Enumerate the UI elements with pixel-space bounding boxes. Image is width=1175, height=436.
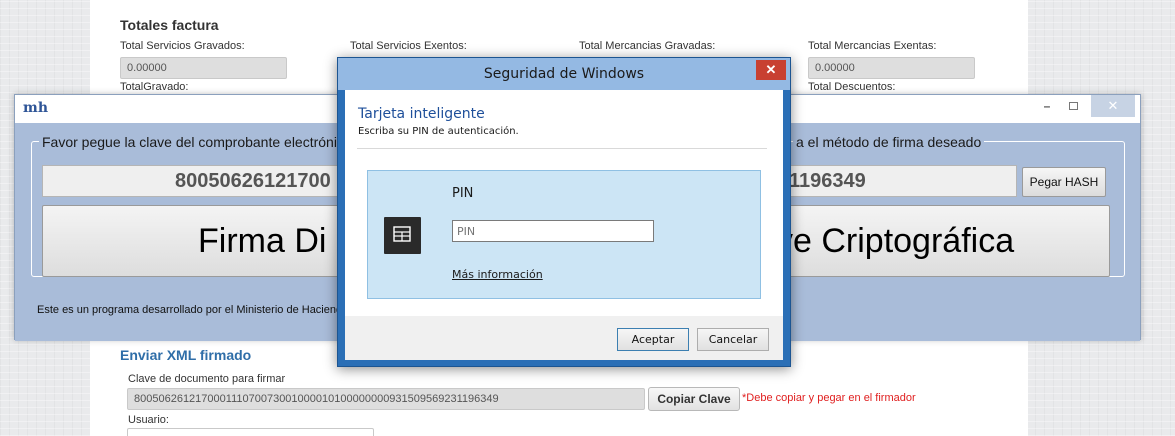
totals-section-title: Totales factura	[120, 17, 219, 33]
copy-key-button[interactable]: Copiar Clave	[648, 387, 740, 411]
field-label-goods-taxed: Total Mercancias Gravadas:	[579, 40, 716, 52]
groupbox-legend-left: Favor pegue la clave del comprobante ele…	[39, 134, 340, 150]
field-label-services-taxed: Total Servicios Gravados:	[120, 40, 245, 52]
cancel-button[interactable]: Cancelar	[697, 328, 769, 351]
dialog-footer: Aceptar Cancelar	[345, 316, 783, 360]
groupbox-legend-right: a el método de firma deseado	[793, 134, 985, 150]
dialog-title: Seguridad de Windows	[338, 58, 790, 90]
app-footer-note: Este es un programa desarrollado por el …	[37, 304, 343, 316]
send-xml-section-title: Enviar XML firmado	[120, 347, 252, 363]
field-services-taxed[interactable]: 0.00000	[120, 57, 287, 79]
maximize-button[interactable]	[1061, 95, 1085, 117]
smartcard-credential-tile[interactable]: PIN Más información	[367, 170, 761, 299]
minimize-button[interactable]: –	[1035, 95, 1059, 117]
doc-key-field[interactable]: 8005062612170001110700730010000101000000…	[127, 388, 645, 410]
user-label: Usuario:	[128, 414, 169, 426]
app-close-button[interactable]: ✕	[1091, 95, 1135, 117]
hash-value-left: 80050626121700	[175, 170, 331, 192]
mh-logo: mh	[23, 100, 48, 116]
total-discounts-label: Total Descuentos:	[808, 81, 896, 93]
dialog-close-button[interactable]: ✕	[756, 60, 786, 80]
total-taxed-label: TotalGravado:	[120, 81, 189, 93]
copy-warning: *Debe copiar y pegar en el firmador	[742, 392, 916, 404]
accept-button[interactable]: Aceptar	[617, 328, 689, 351]
smart-card-icon	[384, 217, 421, 254]
paste-hash-button[interactable]: Pegar HASH	[1022, 167, 1106, 197]
pin-input[interactable]	[452, 220, 654, 242]
dialog-content: Tarjeta inteligente Escriba su PIN de au…	[345, 90, 783, 360]
pin-label: PIN	[452, 186, 474, 201]
dialog-separator	[357, 148, 767, 149]
windows-security-dialog: Seguridad de Windows ✕ Tarjeta inteligen…	[337, 57, 791, 367]
dialog-subheading: Escriba su PIN de autenticación.	[358, 126, 519, 137]
maximize-icon	[1068, 102, 1078, 110]
user-field[interactable]	[127, 428, 374, 436]
dialog-heading: Tarjeta inteligente	[358, 106, 485, 122]
more-info-link[interactable]: Más información	[452, 268, 543, 281]
field-label-goods-exempt: Total Mercancias Exentas:	[808, 40, 937, 52]
field-label-services-exempt: Total Servicios Exentos:	[350, 40, 467, 52]
field-goods-exempt[interactable]: 0.00000	[808, 57, 975, 79]
sign-button-label-right: ve Criptográfica	[776, 222, 1015, 260]
doc-key-label: Clave de documento para firmar	[128, 373, 286, 385]
hash-value-right: 11196349	[779, 170, 866, 192]
sign-button-label-left: Firma Di	[198, 222, 327, 260]
